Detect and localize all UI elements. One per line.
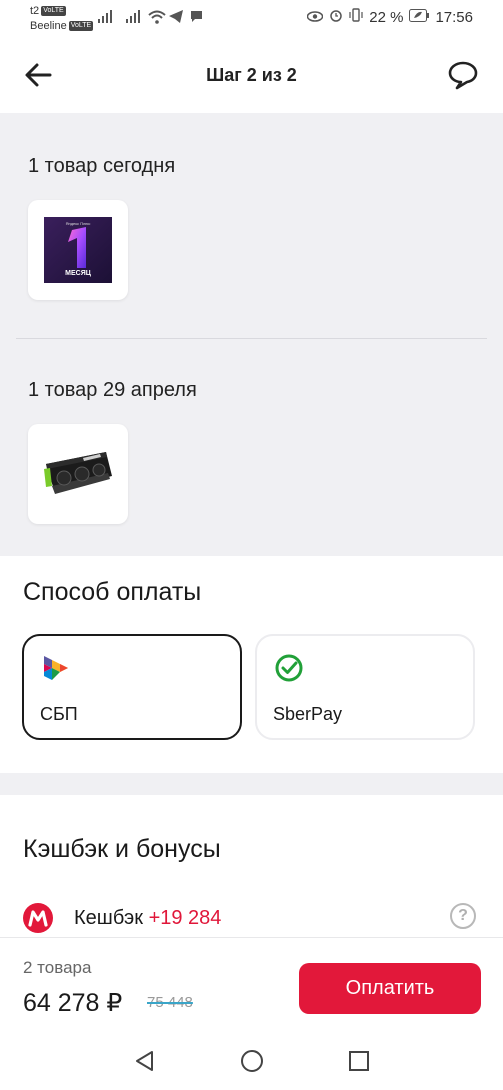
sberpay-label: SberPay xyxy=(273,704,343,724)
nav-back-button[interactable] xyxy=(133,1049,157,1073)
signal-icon xyxy=(126,10,142,26)
chat-bubble-icon xyxy=(448,61,478,90)
order-groups: 1 товар сегодня Яндекс Плюс МЕСЯЦ 1 това… xyxy=(0,113,503,556)
product-thumb-yandex-plus[interactable]: Яндекс Плюс МЕСЯЦ xyxy=(28,200,128,300)
carrier-t2: t2 xyxy=(30,5,40,17)
yandex-plus-caption-top: Яндекс Плюс xyxy=(65,221,91,226)
chat-button[interactable] xyxy=(447,60,481,92)
signal-icon xyxy=(98,10,114,26)
total-price: 64 278 ₽ xyxy=(23,989,123,1017)
nav-home-button[interactable] xyxy=(240,1049,264,1073)
payment-method-title: Способ оплаты xyxy=(23,578,202,606)
nav-recents-button[interactable] xyxy=(347,1049,371,1073)
product-thumb-gpu[interactable] xyxy=(28,424,128,524)
yandex-plus-image xyxy=(44,217,112,283)
carrier-beeline: Beeline xyxy=(30,20,67,32)
divider xyxy=(16,338,487,339)
battery-icon xyxy=(409,8,430,26)
cashback-value: +19 284 xyxy=(148,907,222,929)
square-recents-icon xyxy=(349,1051,369,1071)
cashback-row: Кешбэк +19 284 ? xyxy=(22,900,482,936)
help-icon[interactable]: ? xyxy=(450,903,476,929)
sbp-logo-icon xyxy=(44,656,68,680)
alarm-icon xyxy=(329,8,343,26)
group-title-april: 1 товар 29 апреля xyxy=(28,379,197,401)
vibrate-icon xyxy=(349,8,363,26)
sbp-label: СБП xyxy=(40,704,78,724)
wifi-icon xyxy=(148,10,166,27)
clock: 17:56 xyxy=(435,8,473,26)
items-count: 2 товара xyxy=(23,958,92,977)
eye-icon xyxy=(307,9,324,26)
volte-badge: VoLTE xyxy=(41,6,66,17)
volte-badge: VoLTE xyxy=(68,21,94,32)
graphics-card-image xyxy=(44,452,112,494)
battery-level: 22 % xyxy=(369,8,404,26)
old-price: 75 448 xyxy=(147,994,193,1011)
telegram-icon xyxy=(169,10,183,26)
cashback-title: Кэшбэк и бонусы xyxy=(23,835,221,863)
triangle-back-icon xyxy=(136,1051,153,1071)
message-icon xyxy=(190,10,203,26)
carrier-info: t2 VoLTE Beeline VoLTE xyxy=(30,4,94,34)
payment-option-sberpay[interactable]: SberPay xyxy=(255,634,475,740)
sberpay-check-icon xyxy=(275,654,303,682)
payment-option-sbp[interactable]: СБП xyxy=(22,634,242,740)
header: Шаг 2 из 2 xyxy=(0,36,503,113)
status-bar: t2 VoLTE Beeline VoLTE 22 % 17:56 xyxy=(0,0,503,36)
page-title: Шаг 2 из 2 xyxy=(206,65,297,85)
cashback-label: Кешбэк xyxy=(74,907,144,929)
system-nav-bar xyxy=(0,1027,503,1090)
status-right: 22 % 17:56 xyxy=(307,8,473,26)
group-title-today: 1 товар сегодня xyxy=(28,155,176,177)
yandex-plus-caption: МЕСЯЦ xyxy=(65,270,91,277)
megamarket-logo-icon xyxy=(23,903,53,933)
cashback-label-line: Кешбэк +19 284 xyxy=(74,907,221,930)
pay-button[interactable]: Оплатить xyxy=(299,963,481,1014)
circle-home-icon xyxy=(241,1050,263,1072)
checkout-bar: 2 товара 64 278 ₽ 75 448 Оплатить xyxy=(0,937,503,1027)
section-separator xyxy=(0,773,503,795)
